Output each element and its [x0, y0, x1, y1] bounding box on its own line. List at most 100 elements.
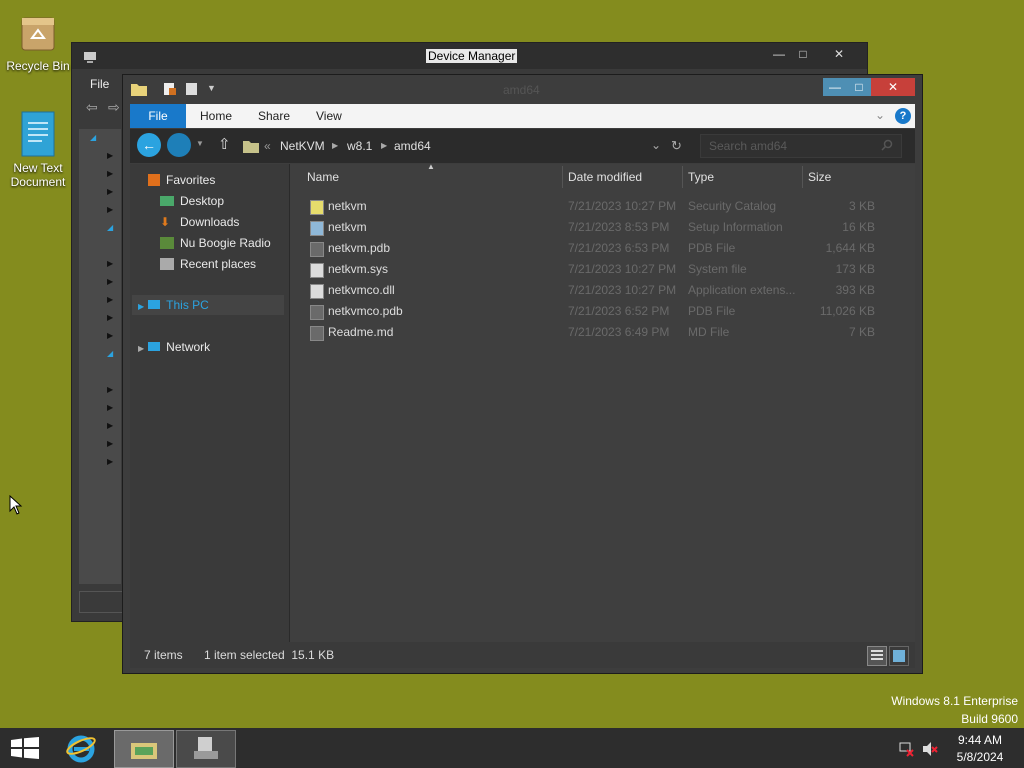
nav-item-label: Network	[166, 340, 211, 354]
devmgr-tree-pane[interactable]: ◢ ▶ ▶ ▶ ▶ ◢ ▶ ▶ ▶ ▶ ▶ ◢ ▶ ▶ ▶ ▶ ▶	[79, 129, 121, 584]
new-folder-icon[interactable]	[185, 82, 199, 96]
devmgr-maximize-button[interactable]: □	[790, 45, 816, 63]
ribbon-expand-icon[interactable]: ⌄	[875, 108, 885, 122]
nav-item-desktop[interactable]: Desktop	[160, 191, 224, 211]
table-row[interactable]: netkvm 7/21/2023 8:53 PM Setup Information…	[290, 217, 915, 238]
file-size: 393 KB	[835, 283, 875, 297]
clock[interactable]: 9:44 AM 5/8/2024	[950, 732, 1010, 766]
explorer-close-button[interactable]: ✕	[871, 78, 915, 96]
tree-expand-icon[interactable]: ▶	[107, 439, 113, 448]
devmgr-back-icon[interactable]: ⇦	[86, 99, 98, 116]
explorer-title: amd64	[503, 83, 540, 97]
breadcrumb-netkvm[interactable]: NetKVM	[280, 139, 325, 153]
tab-view[interactable]: View	[316, 104, 342, 128]
explorer-maximize-button[interactable]: □	[847, 78, 871, 96]
tree-expand-icon[interactable]: ▶	[107, 295, 113, 304]
file-explorer-icon	[131, 743, 157, 759]
tree-expand-icon[interactable]: ▶	[107, 385, 113, 394]
breadcrumb-separator-icon[interactable]: ▶	[332, 141, 338, 150]
windows-start-icon[interactable]	[11, 737, 39, 759]
taskbar-internet-explorer[interactable]	[52, 730, 110, 766]
breadcrumb-amd64[interactable]: amd64	[394, 139, 431, 153]
device-manager-app-icon	[84, 52, 96, 63]
devmgr-menu-file[interactable]: File	[90, 77, 109, 91]
nav-item-downloads[interactable]: ⬇ Downloads	[160, 212, 239, 232]
device-manager-titlebar[interactable]: Device Manager — □ ✕	[72, 43, 867, 69]
desktop-icon-new-text-document[interactable]: New Text Document	[0, 110, 76, 189]
details-view-button[interactable]	[867, 646, 887, 666]
tree-expand-icon[interactable]: ▶	[107, 457, 113, 466]
nav-item-nu-boogie-radio[interactable]: Nu Boogie Radio	[160, 233, 271, 253]
devmgr-minimize-button[interactable]: —	[766, 45, 792, 63]
search-box[interactable]: Search amd64	[700, 134, 902, 158]
network-icon	[148, 342, 161, 351]
devmgr-close-button[interactable]: ✕	[826, 45, 852, 63]
explorer-minimize-button[interactable]: —	[823, 78, 847, 96]
expand-icon[interactable]: ▶	[138, 302, 144, 311]
tree-expand-icon[interactable]: ◢	[107, 349, 113, 358]
large-icons-view-button[interactable]	[889, 646, 909, 666]
nav-item-label: Downloads	[180, 215, 240, 229]
column-header-type[interactable]: Type	[688, 164, 714, 190]
expand-icon[interactable]: ▶	[138, 344, 144, 353]
nav-item-this-pc[interactable]: ▶ This PC	[132, 295, 284, 315]
recent-locations-icon[interactable]: ▼	[196, 139, 204, 148]
table-row[interactable]: netkvm 7/21/2023 10:27 PM Security Catalog…	[290, 196, 915, 217]
nav-item-recent-places[interactable]: Recent places	[160, 254, 256, 274]
nav-favorites[interactable]: Favorites	[148, 170, 215, 190]
taskbar-file-explorer[interactable]	[114, 730, 174, 768]
column-header-name[interactable]: Name	[307, 164, 339, 190]
internet-explorer-icon	[66, 735, 96, 763]
properties-icon[interactable]	[163, 82, 177, 96]
file-size: 3 KB	[848, 199, 875, 213]
breadcrumb-overflow[interactable]: «	[264, 139, 271, 153]
desktop-icon-recycle-bin[interactable]: Recycle Bin	[0, 12, 76, 73]
nav-item-network[interactable]: ▶ Network	[132, 337, 210, 357]
table-row[interactable]: netkvm.pdb 7/21/2023 6:53 PM PDB File 1,644…	[290, 238, 915, 259]
search-input[interactable]: Search amd64	[709, 139, 787, 153]
desktop-icon-label-line2: Document	[10, 175, 66, 189]
up-button[interactable]: ⇧	[218, 135, 231, 153]
tree-expand-icon[interactable]: ▶	[107, 313, 113, 322]
column-header-date-modified[interactable]: Date modified	[568, 164, 642, 190]
tree-expand-icon[interactable]: ▶	[107, 187, 113, 196]
explorer-titlebar[interactable]: ▼ amd64 — □ ✕	[123, 75, 922, 103]
table-row[interactable]: Readme.md 7/21/2023 6:49 PM MD File 7 KB	[290, 322, 915, 343]
tree-expand-icon[interactable]: ▶	[107, 403, 113, 412]
back-button[interactable]: ←	[137, 133, 161, 157]
address-dropdown-icon[interactable]: ⌄	[651, 138, 661, 152]
tree-expand-icon[interactable]: ◢	[90, 133, 96, 142]
address-bar[interactable]: « NetKVM ▶ w8.1 ▶ amd64 ⌄ ↻	[240, 134, 692, 160]
volume-muted-icon[interactable]	[922, 741, 938, 757]
tree-expand-icon[interactable]: ▶	[107, 277, 113, 286]
forward-button[interactable]	[167, 133, 191, 157]
taskbar-device-manager[interactable]	[176, 730, 236, 768]
tab-share[interactable]: Share	[258, 104, 290, 128]
tree-expand-icon[interactable]: ▶	[107, 331, 113, 340]
tree-expand-icon[interactable]: ▶	[107, 421, 113, 430]
quick-access-dropdown-icon[interactable]: ▼	[207, 83, 216, 93]
breadcrumb-w81[interactable]: w8.1	[347, 139, 372, 153]
search-icon[interactable]	[881, 139, 893, 151]
table-row[interactable]: netkvmco.dll 7/21/2023 10:27 PM Applicatio…	[290, 280, 915, 301]
navigation-pane[interactable]: Favorites Desktop ⬇ Downloads Nu Boogie R…	[130, 164, 290, 642]
file-explorer-window[interactable]: ▼ amd64 — □ ✕ File Home Share View ⌄ ? ←…	[122, 74, 923, 674]
devmgr-forward-icon[interactable]: ⇨	[108, 99, 120, 116]
refresh-icon[interactable]: ↻	[671, 138, 682, 154]
tree-expand-icon[interactable]: ▶	[107, 205, 113, 214]
tree-expand-icon[interactable]: ▶	[107, 151, 113, 160]
network-status-icon[interactable]	[898, 741, 914, 757]
tree-expand-icon[interactable]: ◢	[107, 223, 113, 232]
tab-home[interactable]: Home	[200, 104, 232, 128]
tree-expand-icon[interactable]: ▶	[107, 169, 113, 178]
folder-icon	[131, 84, 147, 96]
help-icon[interactable]: ?	[895, 108, 911, 124]
column-header-size[interactable]: Size	[808, 164, 831, 190]
tab-file[interactable]: File	[130, 104, 186, 128]
tree-expand-icon[interactable]: ▶	[107, 259, 113, 268]
file-date-modified: 7/21/2023 6:53 PM	[568, 241, 670, 255]
table-row[interactable]: netkvm.sys 7/21/2023 10:27 PM System file 1…	[290, 259, 915, 280]
file-list[interactable]: Name ▲ Date modified Type Size netkvm 7/2…	[290, 162, 915, 642]
table-row[interactable]: netkvmco.pdb 7/21/2023 6:52 PM PDB File 11,…	[290, 301, 915, 322]
breadcrumb-separator-icon[interactable]: ▶	[381, 141, 387, 150]
